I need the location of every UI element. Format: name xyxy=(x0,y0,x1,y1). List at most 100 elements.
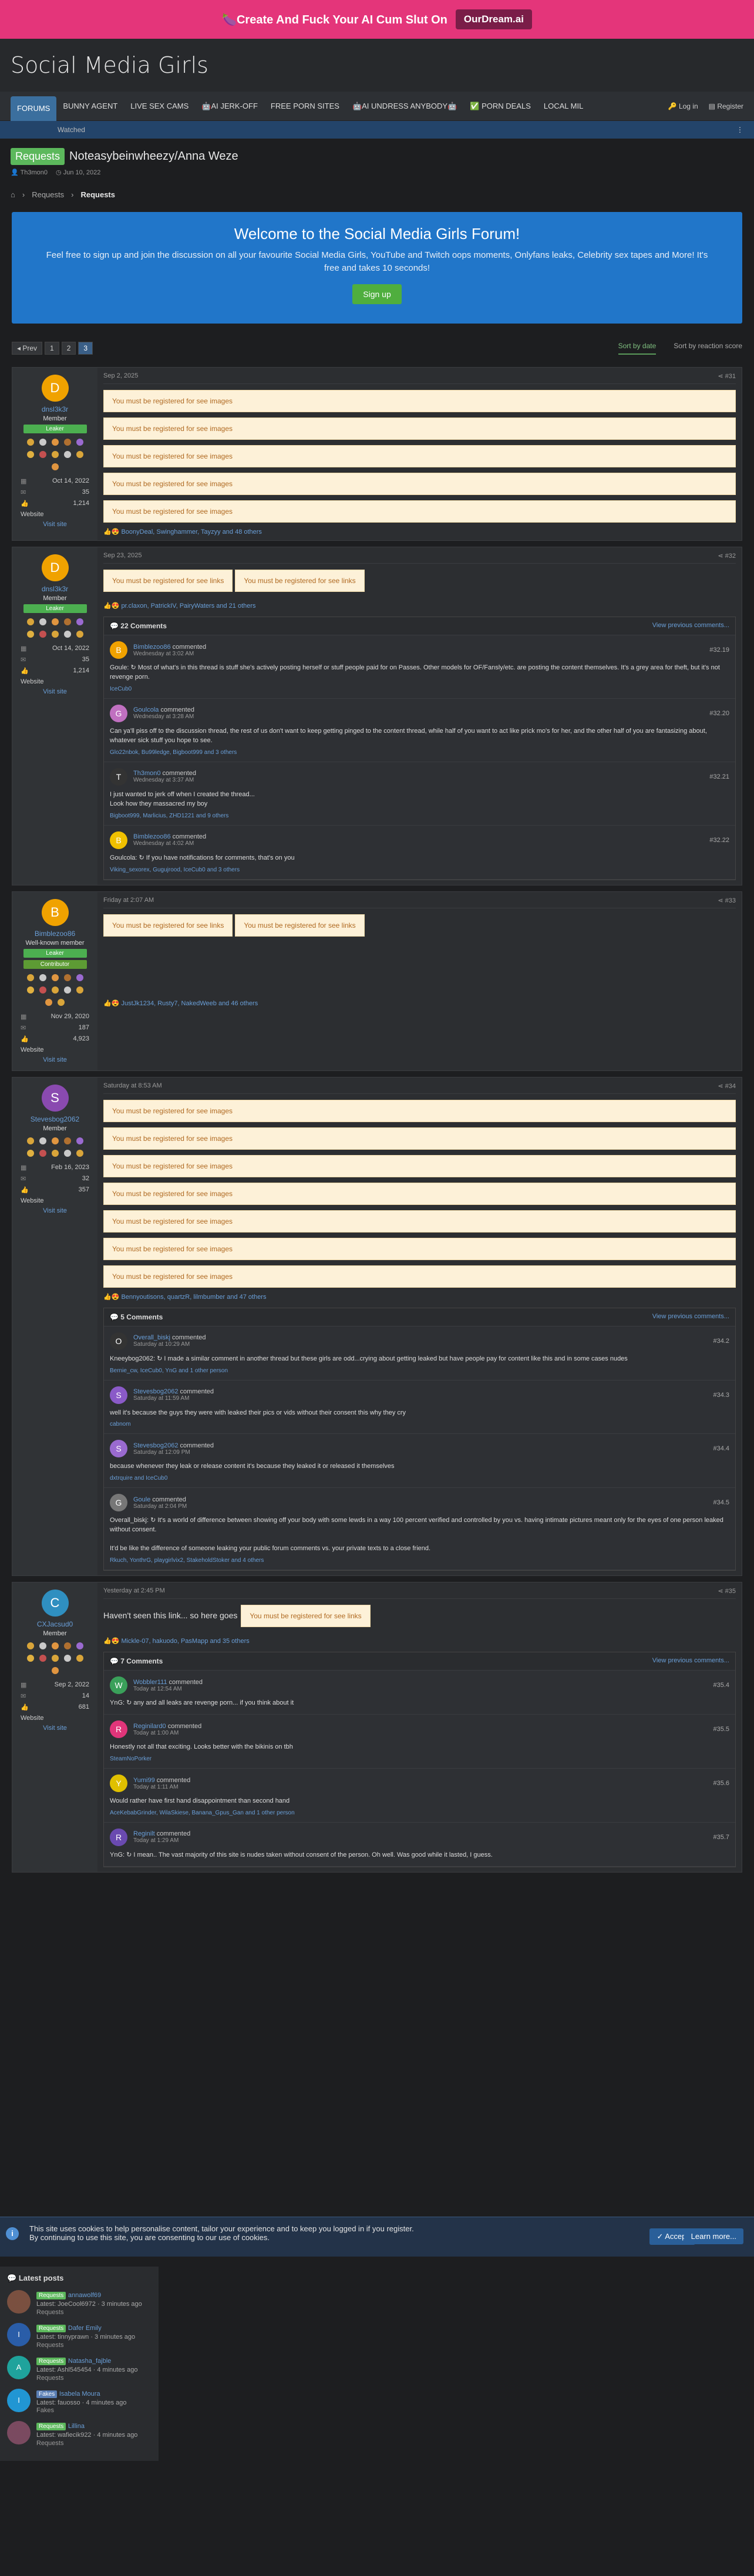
breadcrumb-requests-2[interactable]: Requests xyxy=(80,190,115,199)
post-date[interactable]: Yesterday at 2:45 PM xyxy=(103,1587,165,1595)
latest-post-avatar[interactable] xyxy=(7,2421,31,2445)
reactions-summary[interactable]: 👍😍 BoonyDeal, Swinghammer, Tayzyy and 48… xyxy=(103,528,736,536)
latest-post-forum[interactable]: Fakes xyxy=(36,2407,126,2414)
comment-author[interactable]: Bimblezoo86 xyxy=(133,833,171,840)
post-date[interactable]: Friday at 2:07 AM xyxy=(103,897,154,904)
subnav-watched[interactable]: Watched xyxy=(58,126,85,134)
post-number[interactable]: #31 xyxy=(725,373,736,380)
latest-post-title[interactable]: Natasha_fajble xyxy=(68,2358,111,2365)
registered-for-links-notice[interactable]: You must be registered for see links xyxy=(241,1605,371,1628)
comment-date[interactable]: Saturday at 2:04 PM xyxy=(133,1503,187,1510)
ad-button[interactable]: OurDream.ai xyxy=(455,9,532,29)
comment-date[interactable]: Today at 1:29 AM xyxy=(133,1837,190,1844)
comment-date[interactable]: Wednesday at 3:37 AM xyxy=(133,777,196,783)
reactions-summary[interactable]: 👍😍 Mickle-07, hakuodo, PasMapp and 35 ot… xyxy=(103,1637,736,1645)
registered-for-images-notice[interactable]: You must be registered for see images xyxy=(103,500,736,523)
view-previous-comments-link[interactable]: View previous comments... xyxy=(652,622,729,630)
site-logo[interactable]: Social Media Girls xyxy=(11,52,208,78)
comment-avatar[interactable]: R xyxy=(110,1720,127,1739)
nav-item-ai-jerk-off[interactable]: 🤖AI JERK-OFF xyxy=(195,92,264,120)
comment-avatar[interactable]: B xyxy=(110,641,127,659)
registered-for-images-notice[interactable]: You must be registered for see images xyxy=(103,1099,736,1122)
share-icon[interactable]: ⋖ xyxy=(718,897,725,904)
username[interactable]: Bimblezoo86 xyxy=(18,930,92,938)
comment-author[interactable]: Reginilt xyxy=(133,1830,155,1837)
username[interactable]: CXJacsud0 xyxy=(18,1620,92,1628)
share-icon[interactable]: ⋖ xyxy=(718,373,725,380)
latest-post-forum[interactable]: Requests xyxy=(36,2440,137,2447)
visit-site-link[interactable]: Visit site xyxy=(18,1056,92,1063)
post-date[interactable]: Sep 2, 2025 xyxy=(103,372,138,380)
comment-author[interactable]: Overall_biskj xyxy=(133,1334,170,1341)
breadcrumb-requests-1[interactable]: Requests xyxy=(32,190,64,199)
comment-avatar[interactable]: G xyxy=(110,1494,127,1512)
comment-number[interactable]: #35.6 xyxy=(713,1780,729,1787)
latest-post-item[interactable]: A Requests Natasha_fajble Latest: Ashl5454… xyxy=(7,2355,152,2382)
comment-number[interactable]: #32.20 xyxy=(709,710,729,717)
visit-site-link[interactable]: Visit site xyxy=(18,521,92,528)
comment-date[interactable]: Saturday at 10:29 AM xyxy=(133,1341,206,1348)
latest-post-title[interactable]: Dafer Emily xyxy=(68,2325,102,2332)
registered-for-links-notice[interactable]: You must be registered for see links xyxy=(103,914,233,937)
registered-for-images-notice[interactable]: You must be registered for see images xyxy=(103,1127,736,1150)
view-previous-comments-link[interactable]: View previous comments... xyxy=(652,1657,729,1665)
comment-number[interactable]: #32.19 xyxy=(709,646,729,654)
comment-number[interactable]: #34.2 xyxy=(713,1338,729,1345)
visit-site-link[interactable]: Visit site xyxy=(18,688,92,695)
nav-item-local-mil[interactable]: LOCAL MIL xyxy=(537,92,590,120)
latest-post-item[interactable]: I Requests Dafer Emily Latest: tinnyprawn … xyxy=(7,2322,152,2349)
avatar[interactable]: D xyxy=(41,554,69,581)
reactions-summary[interactable]: 👍😍 Bennyoutisons, quartzR, lilmbumber an… xyxy=(103,1293,736,1301)
comment-number[interactable]: #34.4 xyxy=(713,1445,729,1452)
avatar[interactable]: D xyxy=(41,375,69,402)
avatar[interactable]: S xyxy=(41,1084,69,1112)
post-date[interactable]: Saturday at 8:53 AM xyxy=(103,1082,162,1090)
home-icon[interactable]: ⌂ xyxy=(11,190,15,199)
avatar[interactable]: C xyxy=(41,1590,69,1617)
registered-for-links-notice[interactable]: You must be registered for see links xyxy=(235,914,365,937)
username[interactable]: dnsl3k3r xyxy=(18,405,92,413)
comment-reactions[interactable]: Glo22nbok, Bu99ledge, Bigboot999 and 3 o… xyxy=(110,749,729,756)
register-link[interactable]: ▤ Register xyxy=(709,102,743,110)
latest-post-forum[interactable]: Requests xyxy=(36,2342,135,2349)
comment-avatar[interactable]: O xyxy=(110,1332,127,1350)
registered-for-images-notice[interactable]: You must be registered for see images xyxy=(103,390,736,412)
registered-for-images-notice[interactable]: You must be registered for see images xyxy=(103,445,736,467)
comment-author[interactable]: Th3mon0 xyxy=(133,770,160,777)
registered-for-images-notice[interactable]: You must be registered for see images xyxy=(103,1154,736,1177)
comment-author[interactable]: Goule xyxy=(133,1496,150,1503)
more-menu-icon[interactable]: ⋮ xyxy=(736,126,743,134)
post-number[interactable]: #35 xyxy=(725,1588,736,1595)
page-1[interactable]: 1 xyxy=(45,342,59,355)
comment-number[interactable]: #35.7 xyxy=(713,1834,729,1841)
comment-date[interactable]: Wednesday at 3:02 AM xyxy=(133,651,206,657)
prev-page-button[interactable]: ◂ Prev xyxy=(12,342,43,355)
comment-reactions[interactable]: Viking_sexorex, Gugujrood, IceCub0 and 3… xyxy=(110,867,729,873)
registered-for-images-notice[interactable]: You must be registered for see images xyxy=(103,417,736,440)
comment-number[interactable]: #35.4 xyxy=(713,1682,729,1689)
comment-reactions[interactable]: Rkuch, YonthrG, playgirlvix2, StakeholdS… xyxy=(110,1557,729,1564)
sort-by-date[interactable]: Sort by date xyxy=(618,342,657,355)
latest-post-tag[interactable]: Requests xyxy=(36,2324,66,2332)
page-2[interactable]: 2 xyxy=(61,342,76,355)
comment-avatar[interactable]: S xyxy=(110,1386,127,1404)
comment-author[interactable]: Wobbler111 xyxy=(133,1679,167,1686)
comment-reactions[interactable]: cabnom xyxy=(110,1421,729,1427)
latest-post-item[interactable]: Requests annawolf69 Latest: JoeCool6972 ·… xyxy=(7,2290,152,2316)
comment-author[interactable]: Reginilard0 xyxy=(133,1723,166,1730)
comment-date[interactable]: Saturday at 11:59 AM xyxy=(133,1395,214,1402)
nav-item-forums[interactable]: FORUMS xyxy=(11,96,57,121)
comment-avatar[interactable]: T xyxy=(110,767,127,786)
comment-author[interactable]: Stevesbog2062 xyxy=(133,1442,178,1449)
comment-reactions[interactable]: dxtrquire and IceCub0 xyxy=(110,1475,729,1481)
comment-reactions[interactable]: IceCub0 xyxy=(110,686,729,692)
view-previous-comments-link[interactable]: View previous comments... xyxy=(652,1313,729,1321)
post-number[interactable]: #34 xyxy=(725,1083,736,1090)
visit-site-link[interactable]: Visit site xyxy=(18,1725,92,1732)
comment-avatar[interactable]: G xyxy=(110,704,127,722)
comment-author[interactable]: Bimblezoo86 xyxy=(133,644,171,651)
share-icon[interactable]: ⋖ xyxy=(718,1588,725,1595)
share-icon[interactable]: ⋖ xyxy=(718,553,725,560)
comment-reactions[interactable]: SteamNoPorker xyxy=(110,1756,729,1762)
avatar[interactable]: B xyxy=(41,898,69,926)
